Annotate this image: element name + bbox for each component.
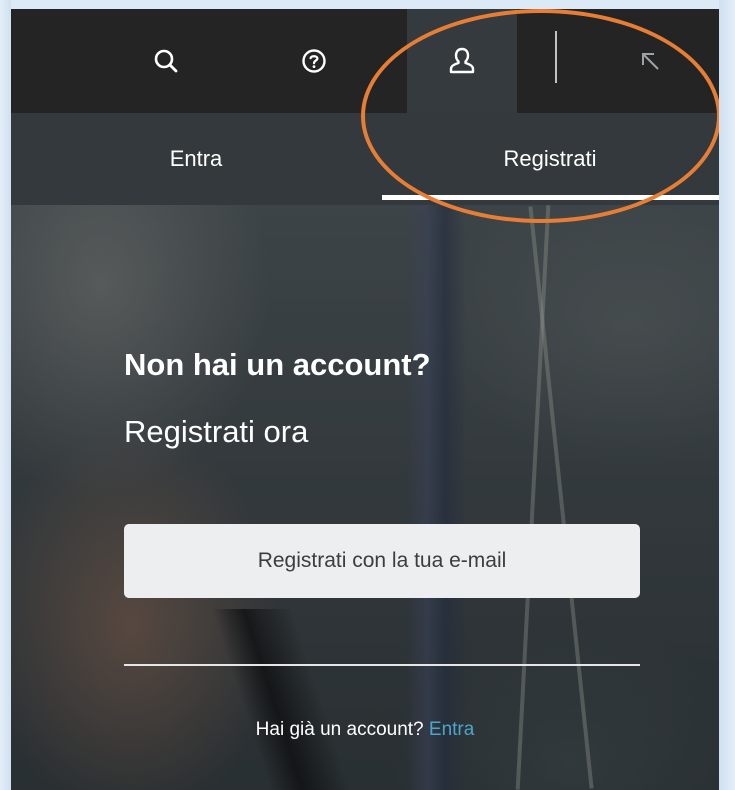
collapse-button[interactable]	[595, 9, 705, 113]
tab-register[interactable]: Registrati	[381, 113, 719, 205]
help-button[interactable]	[259, 9, 369, 113]
login-link[interactable]: Entra	[429, 719, 474, 740]
tab-login[interactable]: Entra	[11, 113, 381, 205]
search-button[interactable]	[111, 9, 221, 113]
window-frame-top	[0, 0, 735, 9]
arrow-up-left-icon	[638, 49, 662, 73]
help-icon	[301, 48, 327, 74]
hero-overlay	[11, 205, 719, 790]
window-frame-right	[719, 0, 735, 790]
hero-title: Non hai un account?	[124, 347, 431, 382]
register-email-button[interactable]: Registrati con la tua e-mail	[124, 524, 640, 598]
register-email-button-label: Registrati con la tua e-mail	[257, 549, 507, 572]
auth-tabs: Entra Registrati	[11, 113, 719, 205]
hero-subtitle: Registrati ora	[124, 414, 309, 449]
tab-register-label: Registrati	[503, 146, 597, 171]
toolbar-divider	[555, 31, 557, 83]
user-icon	[448, 46, 476, 76]
divider	[124, 664, 640, 666]
active-tab-indicator	[382, 195, 719, 200]
tab-login-label: Entra	[169, 146, 223, 171]
account-panel: Entra Registrati Non hai un account? Reg…	[11, 9, 719, 790]
search-icon	[153, 48, 179, 74]
login-prompt-text: Hai già un account?	[255, 719, 429, 740]
top-icon-bar	[11, 9, 719, 113]
account-button[interactable]	[407, 9, 517, 113]
window-frame-left	[0, 0, 11, 790]
login-prompt: Hai già un account? Entra	[11, 719, 719, 741]
